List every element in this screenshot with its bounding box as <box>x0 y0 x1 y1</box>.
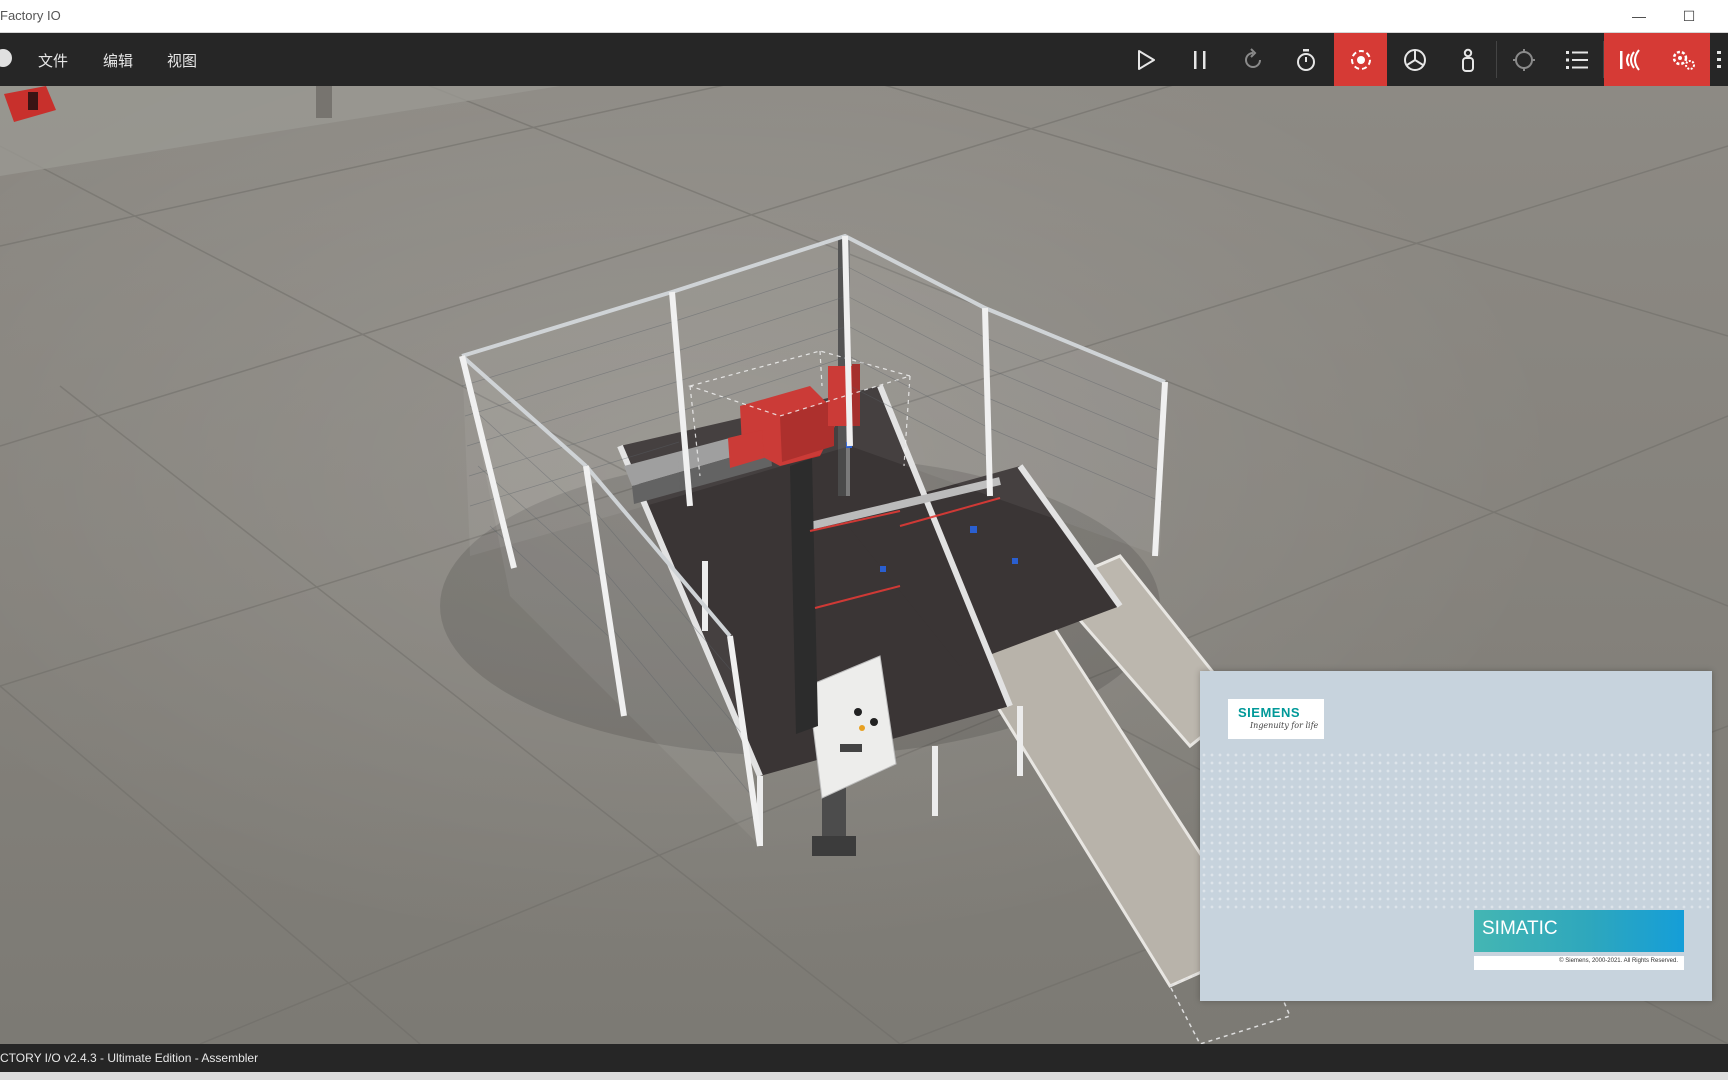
fly-camera-icon <box>1403 48 1426 71</box>
pause-icon <box>1193 50 1205 69</box>
selection-icon <box>1512 48 1535 71</box>
menu-file[interactable]: 文件 <box>38 50 68 71</box>
play-button[interactable] <box>1119 33 1172 86</box>
status-text: CTORY I/O v2.4.3 - Ultimate Edition - As… <box>0 1051 259 1065</box>
selection-button[interactable] <box>1497 33 1550 86</box>
taskbar-strip <box>0 1072 1728 1080</box>
more-panel-handle[interactable] <box>1710 33 1728 86</box>
pause-button[interactable] <box>1173 33 1226 86</box>
sensors-icon <box>1619 48 1640 71</box>
sensors-button[interactable] <box>1604 33 1657 86</box>
drivers-icon <box>1672 50 1695 70</box>
app-toolbar: 文件 编辑 视图 <box>0 33 1728 86</box>
brand-tagline: Ingenuity for life <box>1250 721 1319 730</box>
menu-edit[interactable]: 编辑 <box>103 50 133 71</box>
first-person-button[interactable] <box>1441 33 1494 86</box>
copyright-strip: © Siemens, 2000-2021. All Rights Reserve… <box>1474 956 1684 970</box>
drivers-button[interactable] <box>1657 33 1710 86</box>
siemens-logo: SIEMENS Ingenuity for life <box>1228 699 1324 739</box>
menu-view[interactable]: 视图 <box>167 50 197 71</box>
maximize-button[interactable]: ☐ <box>1666 0 1712 32</box>
splash-dot-pattern <box>1200 751 1712 911</box>
grip-icon <box>1717 50 1721 68</box>
first-person-icon <box>1461 48 1474 72</box>
scene-viewport[interactable]: SIEMENS Ingenuity for life SIMATIC © Sie… <box>0 86 1728 1044</box>
brand-name: SIEMENS <box>1238 705 1301 720</box>
window-title-bar: Factory IO — ☐ <box>0 0 1728 33</box>
reset-icon <box>1244 47 1261 68</box>
window-title: Factory IO <box>0 8 61 23</box>
copyright-text: © Siemens, 2000-2021. All Rights Reserve… <box>1559 958 1678 964</box>
product-name: SIMATIC <box>1482 918 1558 939</box>
home-icon[interactable] <box>0 49 12 67</box>
camera-orbit-button[interactable] <box>1334 33 1387 86</box>
play-icon <box>1137 49 1155 70</box>
timer-button[interactable] <box>1279 33 1332 86</box>
palette-list-icon <box>1565 50 1588 69</box>
reset-button[interactable] <box>1226 33 1279 86</box>
simatic-splash[interactable]: SIEMENS Ingenuity for life SIMATIC © Sie… <box>1200 671 1712 1001</box>
fly-camera-button[interactable] <box>1388 33 1441 86</box>
simatic-banner: SIMATIC <box>1474 910 1684 952</box>
palette-list-button[interactable] <box>1550 33 1603 86</box>
status-bar: CTORY I/O v2.4.3 - Ultimate Edition - As… <box>0 1044 1728 1072</box>
camera-orbit-icon <box>1350 49 1371 70</box>
minimize-button[interactable]: — <box>1616 0 1662 32</box>
timer-icon <box>1296 48 1315 71</box>
